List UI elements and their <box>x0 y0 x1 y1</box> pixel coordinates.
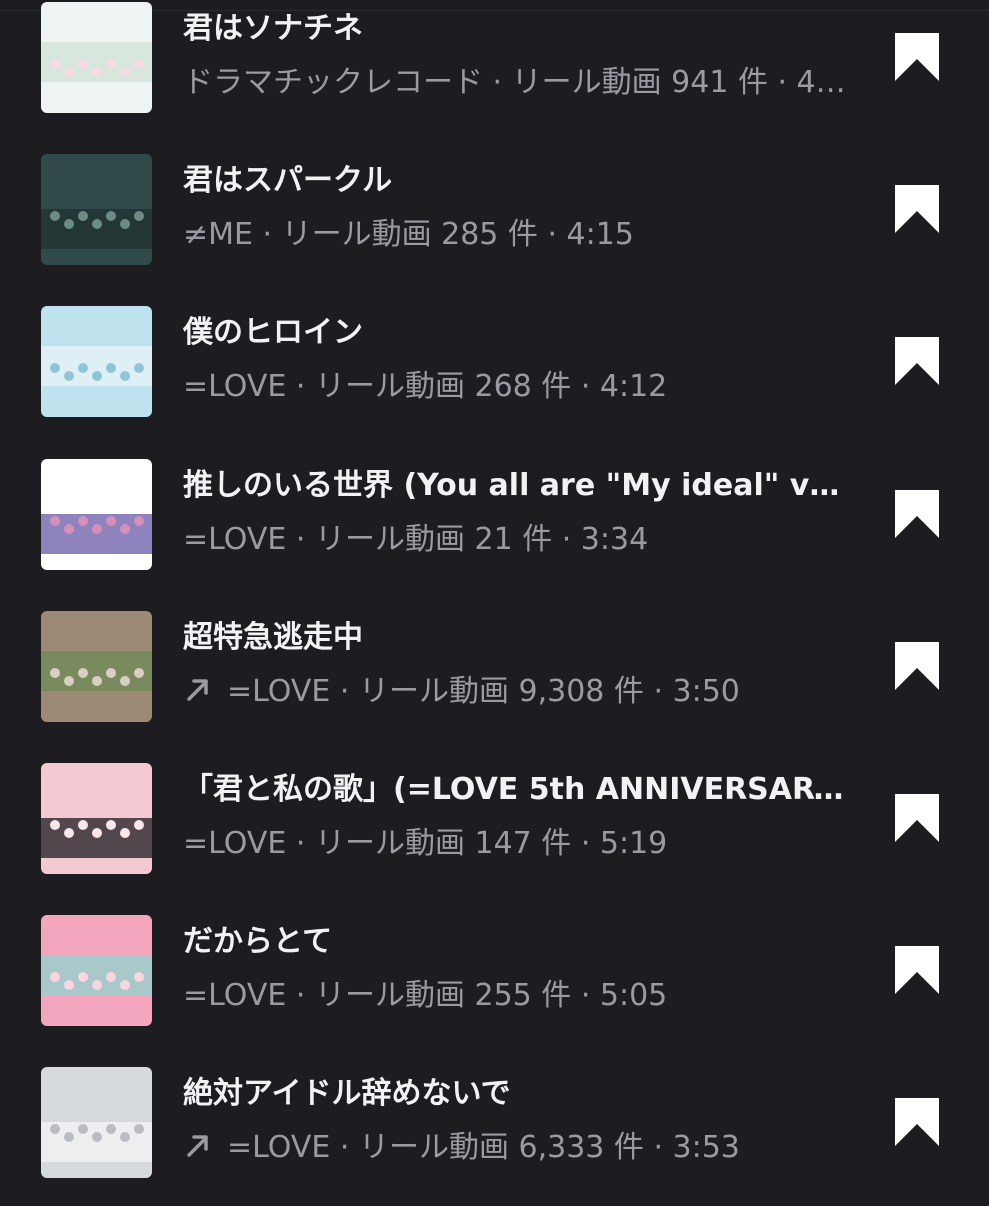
album-artwork[interactable] <box>41 2 152 113</box>
song-row[interactable]: だからとて =LOVE · リール動画 255 件 · 5:05 <box>0 902 989 1054</box>
album-artwork[interactable] <box>41 915 152 1027</box>
song-meta-text: =LOVE · リール動画 21 件 · 3:34 <box>183 521 649 557</box>
song-title: だからとて <box>183 924 333 960</box>
song-row[interactable]: 「君と私の歌」(=LOVE 5th ANNIVERSARY PREMIUM CO… <box>0 750 989 902</box>
song-meta-text: =LOVE · リール動画 255 件 · 5:05 <box>183 978 668 1014</box>
song-row[interactable]: 超特急逃走中 =LOVE · リール動画 9,308 件 · 3:50 <box>0 598 989 750</box>
song-meta-text: ドラマチックレコード · リール動画 941 件 · 4:20 <box>183 65 848 100</box>
song-row[interactable]: 推しのいる世界 (You all are "My ideal" ver.) =LO… <box>0 446 989 598</box>
song-title: 推しのいる世界 (You all are "My ideal" ver.) <box>183 467 848 503</box>
song-meta-text: =LOVE · リール動画 268 件 · 4:12 <box>183 369 668 405</box>
album-artwork[interactable] <box>41 610 152 722</box>
song-title: 君はソナチネ <box>183 11 363 46</box>
song-meta-text: =LOVE · リール動画 147 件 · 5:19 <box>183 826 668 861</box>
bookmark-icon[interactable] <box>893 335 941 387</box>
album-artwork[interactable] <box>41 763 152 874</box>
song-row[interactable]: 君はソナチネドラマチックレコード · リール動画 941 件 · 4:20 <box>0 0 989 141</box>
album-artwork[interactable] <box>41 1067 152 1179</box>
album-artwork[interactable] <box>41 306 152 418</box>
song-row[interactable]: 僕のヒロイン =LOVE · リール動画 268 件 · 4:12 <box>0 293 989 445</box>
album-artwork[interactable] <box>41 154 152 266</box>
song-list: 君はソナチネ ドラマチックレコード · リール動画 941 件 · 4:20 君はス… <box>0 0 989 1200</box>
song-meta-text: ≠ME · リール動画 285 件 · 4:15 <box>183 217 634 253</box>
song-row[interactable]: 絶対アイドル辞めないで =LOVE · リール動画 6,333 件 · 3:53 <box>0 1054 989 1206</box>
song-meta-text: =LOVE · リール動画 9,308 件 · 3:50 <box>227 673 740 709</box>
song-meta: =LOVE · リール動画 21 件 · 3:34 <box>183 518 848 562</box>
bookmark-icon[interactable] <box>893 944 941 996</box>
song-title: 君はスパークル <box>183 163 393 199</box>
bookmark-icon[interactable] <box>893 488 941 540</box>
song-title: 「君と私の歌」(=LOVE 5th ANNIVERSARY PREMIUM CO… <box>183 772 848 807</box>
bookmark-icon[interactable] <box>893 31 941 83</box>
trending-arrow-icon <box>183 1130 213 1160</box>
song-title: 絶対アイドル辞めないで <box>183 1076 511 1112</box>
song-meta: =LOVE · リール動画 9,308 件 · 3:50 <box>183 670 848 714</box>
bookmark-icon[interactable] <box>893 640 941 692</box>
song-meta: =LOVE · リール動画 147 件 · 5:19 <box>183 822 848 866</box>
song-meta: =LOVE · リール動画 6,333 件 · 3:53 <box>183 1126 848 1170</box>
song-meta: =LOVE · リール動画 268 件 · 4:12 <box>183 365 848 409</box>
song-row[interactable]: 君はスパークル ≠ME · リール動画 285 件 · 4:15 <box>0 141 989 293</box>
song-title: 僕のヒロイン <box>183 315 363 351</box>
trending-arrow-icon <box>183 674 213 704</box>
song-meta: ドラマチックレコード · リール動画 941 件 · 4:20 <box>183 61 848 105</box>
song-meta: ≠ME · リール動画 285 件 · 4:15 <box>183 213 848 257</box>
bookmark-icon[interactable] <box>893 1096 941 1148</box>
song-meta-text: =LOVE · リール動画 6,333 件 · 3:53 <box>227 1130 740 1166</box>
bookmark-icon[interactable] <box>893 792 941 844</box>
album-artwork[interactable] <box>41 458 152 570</box>
song-meta: =LOVE · リール動画 255 件 · 5:05 <box>183 974 848 1018</box>
bookmark-icon[interactable] <box>893 183 941 235</box>
song-title: 超特急逃走中 <box>183 619 363 655</box>
